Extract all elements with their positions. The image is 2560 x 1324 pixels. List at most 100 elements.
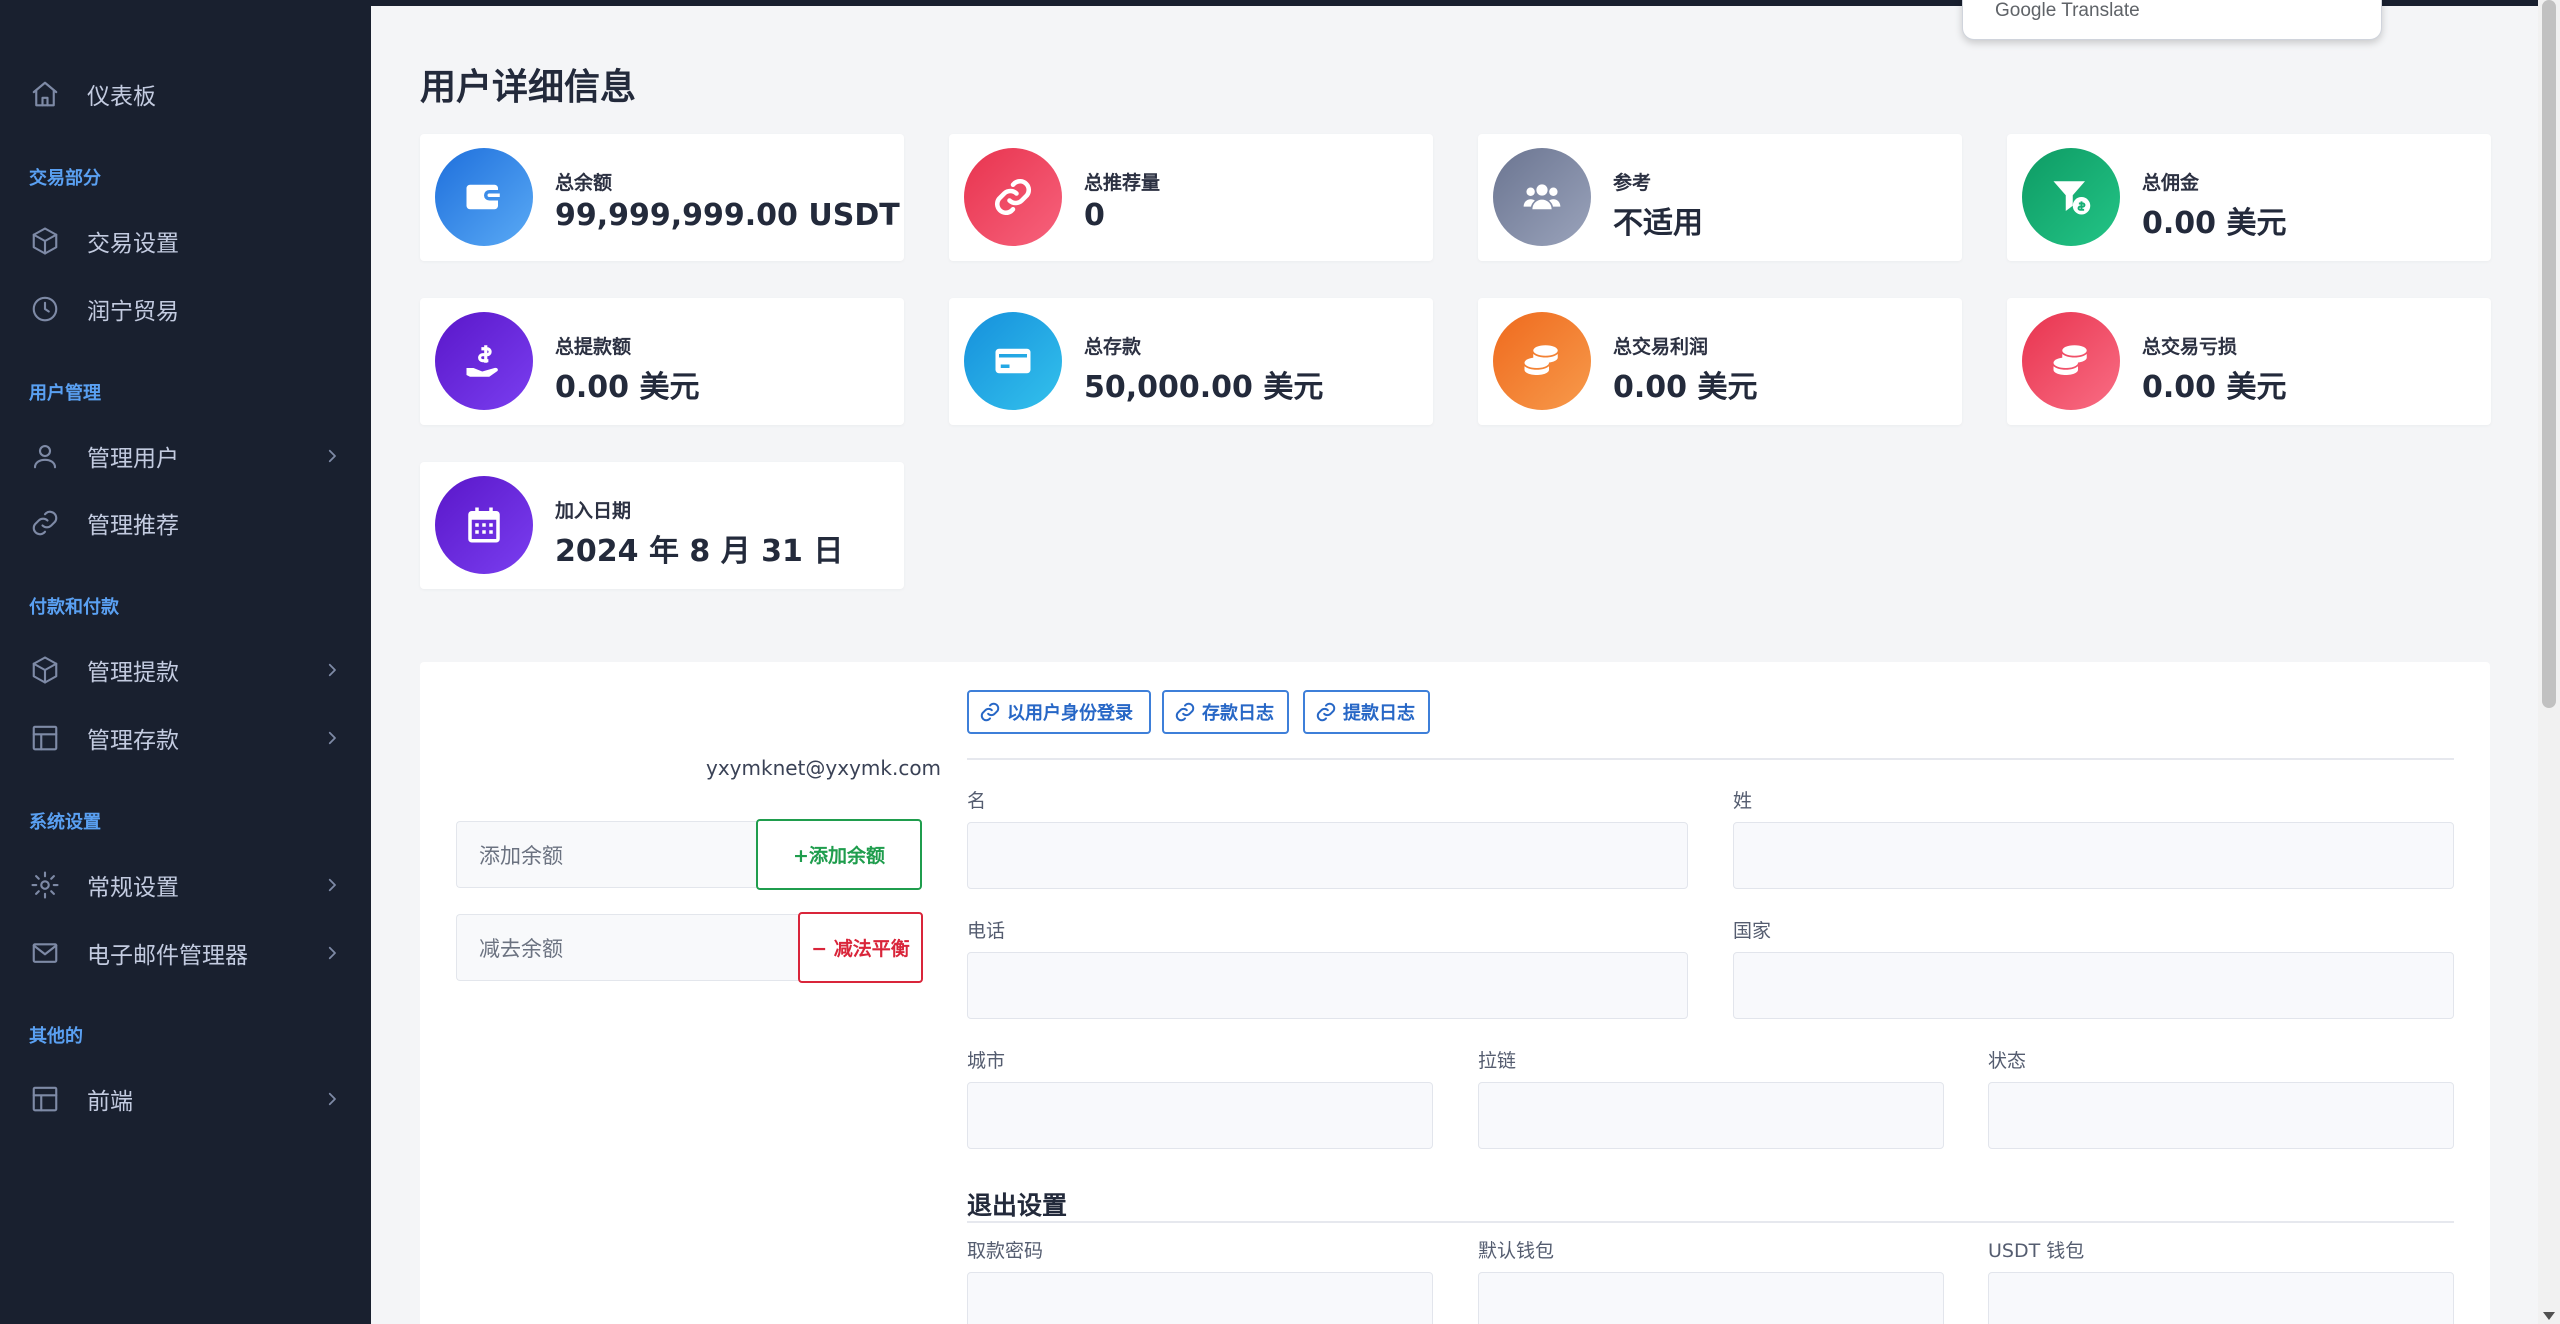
stat-card-total-balance: 总余额 99,999,999.00 USDT — [420, 134, 904, 261]
last-name-label: 姓 — [1733, 790, 1753, 812]
stat-card-referrer: 参考 不适用 — [1478, 134, 1962, 261]
mail-icon — [29, 937, 61, 969]
link-icon — [964, 148, 1062, 246]
divider — [967, 1221, 2454, 1223]
scroll-thumb[interactable] — [2542, 0, 2556, 708]
gear-icon — [29, 869, 61, 901]
last-name-field[interactable] — [1733, 822, 2454, 889]
stat-card-trade-loss: 总交易亏损 0.00 美元 — [2007, 298, 2491, 425]
funnel-dollar-icon — [2022, 148, 2120, 246]
add-balance-button[interactable]: +添加余额 — [756, 819, 922, 890]
chevron-right-icon — [323, 447, 341, 465]
google-translate-popup[interactable]: Google Translate — [1962, 0, 2382, 40]
sidebar-section-system: 系统设置 — [29, 812, 101, 833]
stat-value: 0.00 美元 — [2142, 206, 2287, 241]
withdraw-log-button[interactable]: 提款日志 — [1303, 690, 1430, 734]
country-field[interactable] — [1733, 952, 2454, 1019]
sidebar-item-general-settings[interactable]: 常规设置 — [0, 857, 371, 913]
stat-label: 总推荐量 — [1084, 172, 1161, 194]
scroll-down-arrow-icon[interactable] — [2543, 1312, 2555, 1320]
hand-dollar-icon — [435, 312, 533, 410]
sidebar-section-trading: 交易部分 — [29, 168, 101, 189]
sidebar-item-dashboard[interactable]: 仪表板 — [0, 66, 371, 122]
stat-label: 总存款 — [1084, 336, 1142, 358]
credit-card-icon — [964, 312, 1062, 410]
stat-label: 总交易亏损 — [2142, 336, 2238, 358]
stat-value: 99,999,999.00 USDT — [555, 198, 900, 233]
chevron-right-icon — [323, 944, 341, 962]
stat-value: 2024 年 8 月 31 日 — [555, 534, 844, 569]
city-label: 城市 — [967, 1050, 1006, 1072]
divider — [967, 758, 2454, 760]
default-wallet-label: 默认钱包 — [1478, 1240, 1555, 1262]
sidebar-item-label: 电子邮件管理器 — [87, 943, 248, 969]
sidebar-item-email-manager[interactable]: 电子邮件管理器 — [0, 925, 371, 981]
link-icon — [1175, 702, 1195, 722]
clock-icon — [29, 293, 61, 325]
sidebar-item-manage-deposits[interactable]: 管理存款 — [0, 710, 371, 766]
deposit-log-label: 存款日志 — [1202, 703, 1274, 724]
subtract-balance-button[interactable]: − 减法平衡 — [798, 912, 923, 983]
sidebar-section-users: 用户管理 — [29, 383, 101, 404]
sidebar-item-frontend[interactable]: 前端 — [0, 1071, 371, 1127]
sidebar-item-manage-withdrawals[interactable]: 管理提款 — [0, 642, 371, 698]
link-icon — [980, 702, 1000, 722]
sidebar-item-label: 管理推荐 — [87, 513, 179, 539]
first-name-label: 名 — [967, 790, 987, 812]
stat-label: 总提款额 — [555, 336, 632, 358]
phone-field[interactable] — [967, 952, 1688, 1019]
withdraw-password-label: 取款密码 — [967, 1240, 1044, 1262]
withdraw-settings-title: 退出设置 — [967, 1191, 1068, 1220]
user-email: yxymknet@yxymk.com — [706, 756, 942, 780]
state-field[interactable] — [1988, 1082, 2454, 1149]
stat-value: 不适用 — [1613, 206, 1703, 241]
sidebar-item-manage-users[interactable]: 管理用户 — [0, 428, 371, 484]
subtract-balance-input[interactable]: 减去余额 — [456, 914, 798, 981]
stat-card-total-deposits: 总存款 50,000.00 美元 — [949, 298, 1433, 425]
stat-card-join-date: 加入日期 2024 年 8 月 31 日 — [420, 462, 904, 589]
deposit-log-button[interactable]: 存款日志 — [1162, 690, 1289, 734]
users-icon — [1493, 148, 1591, 246]
chevron-right-icon — [323, 1090, 341, 1108]
scrollbar[interactable] — [2538, 0, 2560, 1324]
stat-value: 0.00 美元 — [1613, 370, 1758, 405]
chevron-right-icon — [323, 661, 341, 679]
coins-icon — [2022, 312, 2120, 410]
chevron-right-icon — [323, 729, 341, 747]
phone-label: 电话 — [967, 920, 1006, 942]
stat-card-trade-profit: 总交易利润 0.00 美元 — [1478, 298, 1962, 425]
stat-label: 参考 — [1613, 172, 1652, 194]
withdraw-password-field[interactable] — [967, 1272, 1433, 1324]
login-as-user-button[interactable]: 以用户身份登录 — [967, 690, 1151, 734]
sidebar-item-label: 管理存款 — [87, 728, 179, 754]
home-icon — [29, 78, 61, 110]
stat-card-total-withdrawals: 总提款额 0.00 美元 — [420, 298, 904, 425]
sidebar-item-trade-settings[interactable]: 交易设置 — [0, 213, 371, 269]
calendar-icon — [435, 476, 533, 574]
default-wallet-field[interactable] — [1478, 1272, 1944, 1324]
table-icon — [29, 722, 61, 754]
sidebar-section-other: 其他的 — [29, 1026, 83, 1047]
user-icon — [29, 440, 61, 472]
layout-icon — [29, 1083, 61, 1115]
usdt-wallet-label: USDT 钱包 — [1988, 1240, 2085, 1262]
sidebar-item-runing-trade[interactable]: 润宁贸易 — [0, 281, 371, 337]
sidebar: 仪表板 交易部分 交易设置 润宁贸易 用户管理 管理用户 管理推荐 付款和付款 … — [0, 0, 371, 1324]
stat-value: 50,000.00 美元 — [1084, 370, 1324, 405]
usdt-wallet-field[interactable] — [1988, 1272, 2454, 1324]
coins-icon — [1493, 312, 1591, 410]
zip-field[interactable] — [1478, 1082, 1944, 1149]
stat-label: 加入日期 — [555, 500, 632, 522]
stat-label: 总余额 — [555, 172, 613, 194]
city-field[interactable] — [967, 1082, 1433, 1149]
stat-card-total-commission: 总佣金 0.00 美元 — [2007, 134, 2491, 261]
sidebar-item-manage-referrals[interactable]: 管理推荐 — [0, 495, 371, 551]
sidebar-item-label: 常规设置 — [87, 875, 179, 901]
first-name-field[interactable] — [967, 822, 1688, 889]
sidebar-item-label: 交易设置 — [87, 231, 179, 257]
cube-icon — [29, 225, 61, 257]
google-translate-label: Google Translate — [1995, 0, 2140, 21]
withdraw-log-label: 提款日志 — [1343, 703, 1415, 724]
add-balance-input[interactable]: 添加余额 — [456, 821, 756, 888]
state-label: 状态 — [1988, 1050, 2027, 1072]
